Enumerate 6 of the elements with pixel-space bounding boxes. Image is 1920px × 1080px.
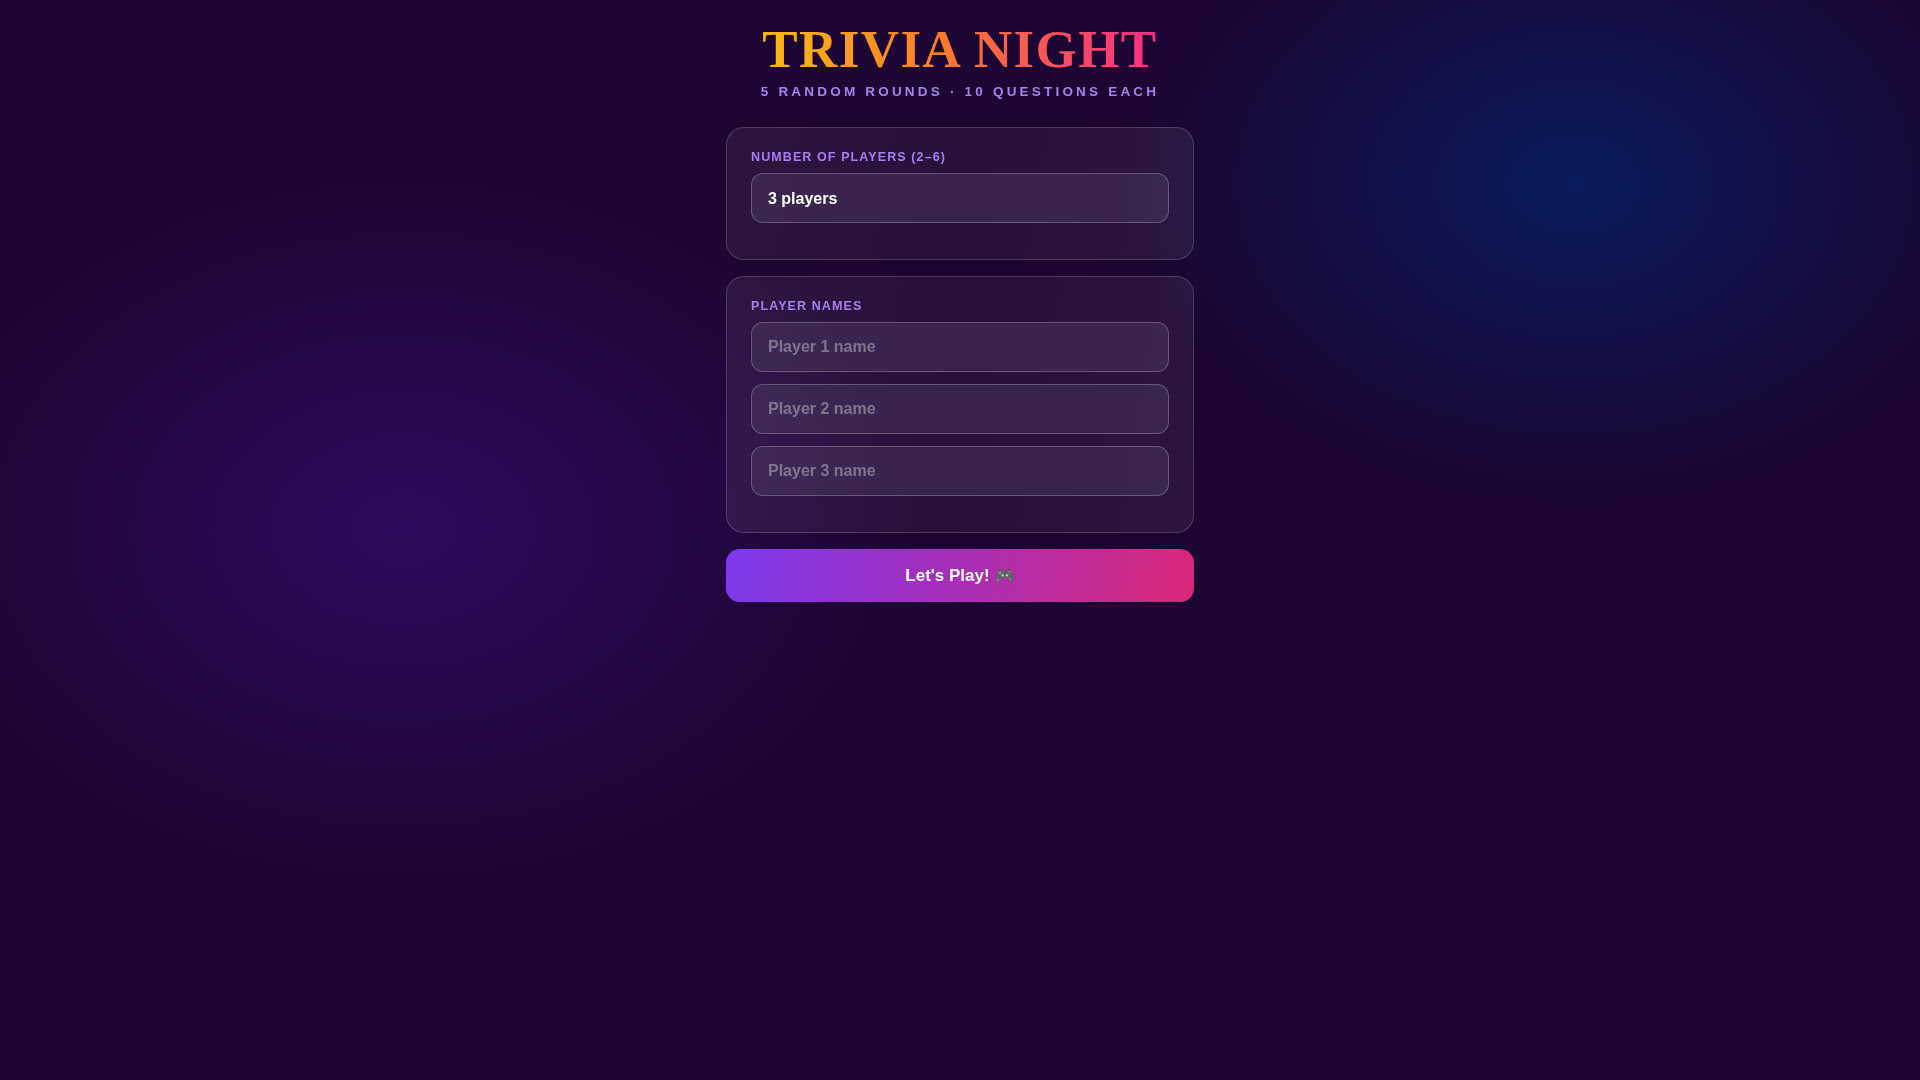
page-subtitle: 5 RANDOM ROUNDS · 10 QUESTIONS EACH: [760, 84, 1160, 100]
field-label: NUMBER OF PLAYERS (2–6): [751, 150, 946, 165]
player-count-select[interactable]: 3 players: [751, 173, 1169, 223]
start-button[interactable]: Let's Play! 🎮: [726, 549, 1194, 602]
gamepad-icon: 🎮: [994, 567, 1015, 584]
field-label: PLAYER NAMES: [751, 299, 863, 314]
